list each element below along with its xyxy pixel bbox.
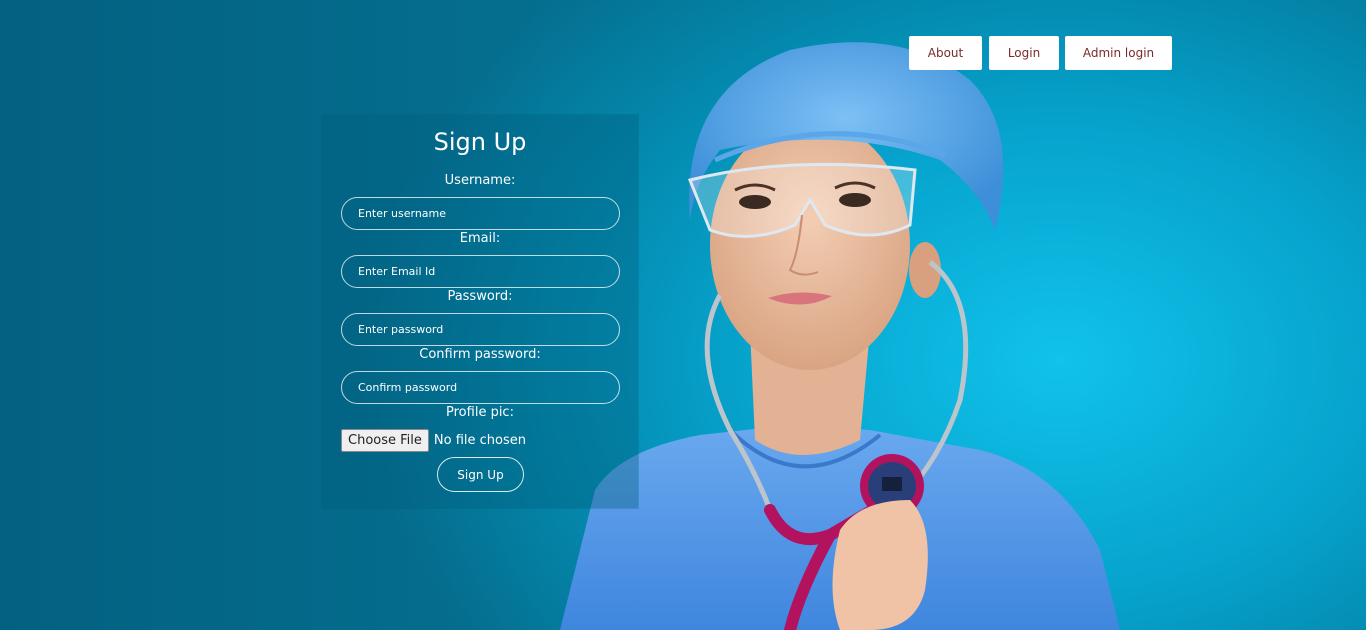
username-label: Username: xyxy=(444,173,516,188)
sign-up-button[interactable]: Sign Up xyxy=(437,457,524,492)
confirm-password-input[interactable] xyxy=(341,371,620,404)
username-input[interactable] xyxy=(341,197,620,230)
password-label: Password: xyxy=(447,289,513,304)
choose-file-button[interactable]: Choose File xyxy=(341,429,429,452)
admin-login-button[interactable]: Admin login xyxy=(1065,36,1172,70)
file-status-text: No file chosen xyxy=(433,433,526,448)
form-title: Sign Up xyxy=(433,128,527,156)
profile-pic-file-input: Choose File No file chosen xyxy=(341,429,526,452)
signup-form: Sign Up Username: Email: Password: Confi… xyxy=(322,115,638,508)
email-label: Email: xyxy=(459,231,501,246)
password-input[interactable] xyxy=(341,313,620,346)
profile-pic-label: Profile pic: xyxy=(446,405,514,420)
login-button[interactable]: Login xyxy=(989,36,1059,70)
about-button[interactable]: About xyxy=(909,36,982,70)
email-input[interactable] xyxy=(341,255,620,288)
confirm-password-label: Confirm password: xyxy=(419,347,541,362)
